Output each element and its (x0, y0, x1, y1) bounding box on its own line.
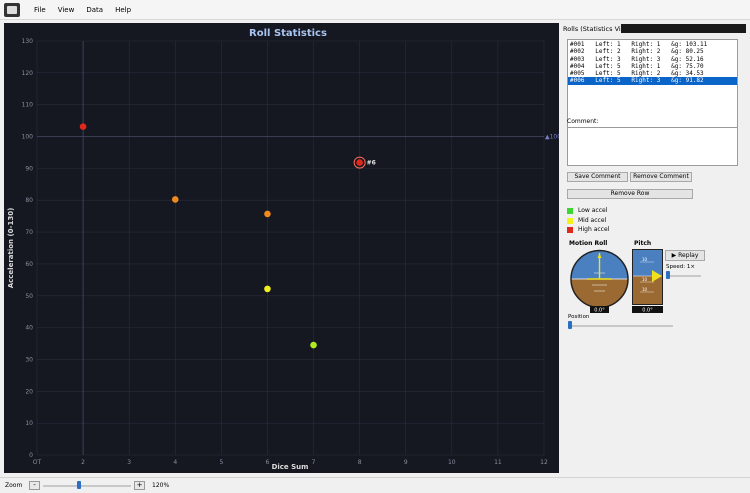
roll-row-3[interactable]: #003 Left: 3 Right: 3 &g: 52.16 (568, 56, 737, 63)
roll-row-2[interactable]: #002 Left: 2 Right: 2 &g: 80.25 (568, 48, 737, 55)
roll-row-5[interactable]: #005 Left: 5 Right: 2 &g: 34.53 (568, 70, 737, 77)
speed-slider-track (666, 275, 701, 277)
legend-high-label: High accel (578, 226, 610, 233)
y-axis-label: Acceleration (0-130) (7, 208, 15, 289)
position-slider[interactable] (568, 321, 673, 331)
y-tick-label: 70 (25, 229, 33, 236)
x-tick-label: 5 (219, 459, 223, 466)
speed-label: Speed: 1× (666, 264, 695, 270)
data-point (264, 285, 271, 293)
scatter-plot-svg: 0 10 20 30 40 50 60 70 80 90 100 110 120 130 OT 2 3 4 5 6 7 8… (4, 23, 559, 473)
save-comment-button[interactable]: Save Comment (567, 172, 628, 182)
legend-mid-label: Mid accel (578, 217, 607, 224)
x-tick-label: 4 (173, 459, 177, 466)
low-accel-swatch (567, 207, 573, 214)
rolls-header-bar (621, 24, 746, 33)
y-tick-label: 0 (29, 452, 33, 459)
y-tick-label: 110 (22, 102, 34, 109)
y-tick-label: 80 (25, 197, 33, 204)
y-tick-label: 100 (22, 134, 34, 141)
roll-row-4[interactable]: #004 Left: 5 Right: 1 &g: 75.70 (568, 63, 737, 70)
rolls-panel: Rolls (Statistics View) #001 Left: 1 Rig… (563, 23, 748, 475)
y-tick-label: 130 (22, 38, 34, 45)
menu-data[interactable]: Data (80, 6, 109, 14)
roll-row-6[interactable]: #006 Left: 5 Right: 3 &g: 91.82 (568, 77, 737, 85)
x-tick-label: 8 (358, 459, 362, 466)
roll-statistics-chart[interactable]: 0 10 20 30 40 50 60 70 80 90 100 110 120 130 OT 2 3 4 5 6 7 8… (4, 23, 559, 473)
y-tick-label: 40 (25, 325, 33, 332)
comment-textarea[interactable] (567, 127, 738, 166)
zoom-slider-thumb[interactable] (76, 481, 81, 489)
y-tick-label: 60 (25, 261, 33, 268)
pitch-scale-mid: 10 (642, 277, 648, 282)
plot-background (4, 23, 559, 473)
position-label: Position (568, 314, 590, 320)
position-slider-thumb[interactable] (568, 321, 572, 329)
zoom-label: Zoom (5, 482, 23, 489)
high-accel-swatch (567, 226, 573, 233)
mid-accel-swatch (567, 217, 573, 224)
legend-low-accel: Low accel (567, 207, 607, 214)
x-tick-label: 9 (404, 459, 408, 466)
y-tick-label: 120 (22, 70, 34, 77)
data-point (356, 159, 363, 166)
pitch-value: 0.0° (642, 308, 653, 314)
data-point (264, 210, 271, 218)
zoom-value: 120% (152, 482, 170, 489)
y-tick-label: 20 (25, 388, 33, 395)
remove-row-button[interactable]: Remove Row (567, 189, 693, 199)
speed-slider-thumb[interactable] (666, 271, 670, 279)
speed-slider[interactable] (666, 271, 701, 281)
data-point-label: #6 (367, 160, 376, 167)
x-tick-label: 12 (540, 459, 548, 466)
x-tick-label: 11 (494, 459, 502, 466)
legend-high-accel: High accel (567, 226, 609, 233)
comment-label: Comment: (567, 118, 599, 125)
data-point (79, 123, 87, 130)
y-tick-label: 90 (25, 165, 33, 172)
x-tick-label: 3 (127, 459, 131, 466)
pitch-label: Pitch (634, 240, 652, 247)
x-tick-label: 6 (266, 459, 270, 466)
pitch-scale-lower: 10 (642, 287, 648, 292)
pitch-scale-upper: 10 (642, 257, 648, 262)
menu-view[interactable]: View (52, 6, 81, 14)
menu-file[interactable]: File (28, 6, 52, 14)
pitch-gauge: 10 10 10 0.0° (632, 249, 663, 314)
zoom-slider[interactable] (43, 481, 131, 491)
roll-value: 0.0° (594, 308, 605, 314)
y-tick-label: 50 (25, 293, 33, 300)
x-tick-label: OT (33, 459, 42, 466)
menu-bar: File View Data Help (0, 0, 750, 20)
replay-button[interactable]: ▶ Replay (665, 250, 705, 261)
zoom-out-button[interactable]: - (29, 481, 40, 490)
app-logo-icon (4, 2, 20, 17)
legend-low-label: Low accel (578, 207, 608, 214)
y-tick-label: 30 (25, 356, 33, 363)
motion-roll-label: Motion Roll (569, 240, 608, 247)
legend-mid-accel: Mid accel (567, 217, 606, 224)
data-point (171, 196, 179, 203)
position-slider-track (568, 325, 673, 327)
x-tick-label: 2 (81, 459, 85, 466)
x-axis-label: Dice Sum (272, 463, 309, 471)
roll-attitude-gauge: 0.0° (570, 249, 629, 314)
x-tick-label: 7 (312, 459, 316, 466)
menu-help[interactable]: Help (109, 6, 137, 14)
zoom-in-button[interactable]: + (134, 481, 145, 490)
roll-row-1[interactable]: #001 Left: 1 Right: 1 &g: 103.11 (568, 41, 737, 48)
chart-title: Roll Statistics (249, 28, 327, 39)
crosshair-value-label: ▲100 (545, 134, 559, 141)
zoom-slider-track (43, 485, 131, 487)
x-tick-label: 10 (448, 459, 456, 466)
y-tick-label: 10 (25, 420, 33, 427)
data-point (310, 341, 317, 349)
remove-comment-button[interactable]: Remove Comment (630, 172, 692, 182)
status-bar: Zoom - + 120% (0, 477, 750, 493)
